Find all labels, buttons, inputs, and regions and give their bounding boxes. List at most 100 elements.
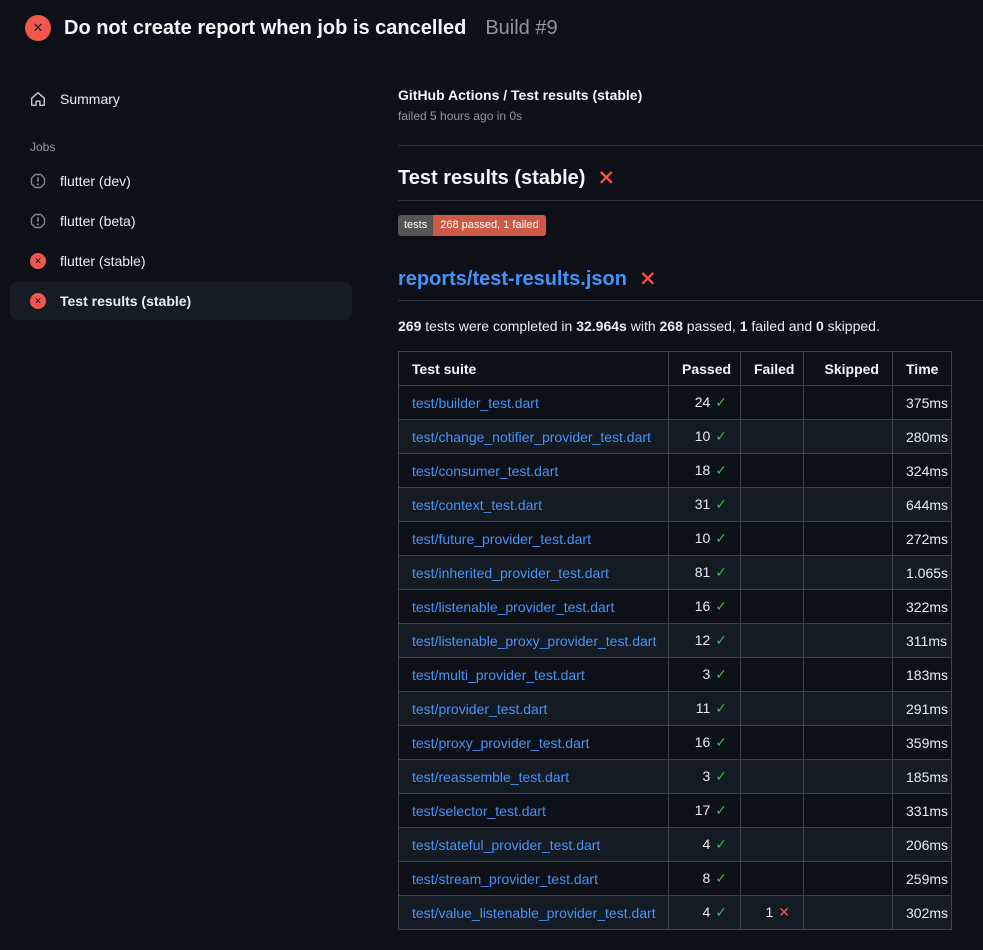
time-cell: 311ms [893,624,952,658]
time-cell-value: 185ms [906,769,948,785]
test-suite-link[interactable]: test/listenable_proxy_provider_test.dart [412,633,656,649]
sidebar-item-test-results-stable[interactable]: ✕ Test results (stable) [10,282,352,320]
failed-cell [741,386,804,420]
passed-cell-value: 10 [695,428,711,444]
time-cell-value: 375ms [906,395,948,411]
time-cell: 291ms [893,692,952,726]
passed-cell-value: 4 [702,836,710,852]
skipped-cell [804,522,893,556]
summary-segment: 32.964s [576,318,627,334]
passed-cell: 18✓ [669,454,741,488]
time-cell: 359ms [893,726,952,760]
summary-segment: 0 [816,318,824,334]
job-label: flutter (stable) [60,253,146,269]
skipped-cell [804,760,893,794]
failed-cell [741,590,804,624]
report-file-link[interactable]: reports/test-results.json [398,268,627,291]
failed-x-circle-icon: ✕ [25,15,51,41]
table-row: test/selector_test.dart 17✓ 331ms [399,794,952,828]
summary-segment: 268 [660,318,683,334]
test-suite-link[interactable]: test/reassemble_test.dart [412,769,569,785]
check-icon: ✓ [715,734,727,750]
table-row: test/reassemble_test.dart 3✓ 185ms [399,760,952,794]
passed-cell-value: 18 [695,462,711,478]
passed-cell: 4✓ [669,896,741,930]
table-row: test/listenable_provider_test.dart16✓322… [399,590,952,624]
test-suite-link[interactable]: test/stateful_provider_test.dart [412,837,600,853]
passed-cell-value: 10 [695,530,711,546]
table-row: test/listenable_proxy_provider_test.dart… [399,624,952,658]
skipped-cell [804,590,893,624]
time-cell-value: 206ms [906,837,948,853]
time-cell-value: 311ms [906,633,947,649]
test-suite-link[interactable]: test/value_listenable_provider_test.dart [412,905,656,921]
check-icon: ✓ [715,428,727,444]
test-suite-cell: test/value_listenable_provider_test.dart [399,896,669,930]
test-suite-link[interactable]: test/future_provider_test.dart [412,531,591,547]
failed-cell [741,828,804,862]
check-icon: ✓ [715,462,727,478]
test-suite-link[interactable]: test/proxy_provider_test.dart [412,735,589,751]
badge-label: tests [398,215,433,236]
failed-cell-value: 1 [765,904,773,920]
passed-cell: 10✓ [669,420,741,454]
passed-cell: 24✓ [669,386,741,420]
test-suite-link[interactable]: test/provider_test.dart [412,701,547,717]
summary-segment: passed, [683,318,740,334]
test-suite-cell: test/stream_provider_test.dart [399,862,669,896]
passed-cell-value: 16 [695,598,711,614]
test-suite-link[interactable]: test/consumer_test.dart [412,463,558,479]
passed-cell: 8✓ [669,862,741,896]
badge-value: 268 passed, 1 failed [433,215,545,236]
time-cell: 302ms [893,896,952,930]
skipped-cell [804,658,893,692]
test-suite-link[interactable]: test/selector_test.dart [412,803,546,819]
passed-cell: 11✓ [669,692,741,726]
divider [398,300,983,301]
time-cell-value: 259ms [906,871,948,887]
home-icon [30,91,46,107]
time-cell: 375ms [893,386,952,420]
time-cell-value: 1.065s [906,565,948,581]
failed-x-icon: ✕ [597,168,615,189]
failed-cell [741,692,804,726]
failed-cell [741,624,804,658]
test-suite-link[interactable]: test/multi_provider_test.dart [412,667,585,683]
passed-cell: 17✓ [669,794,741,828]
skipped-cell [804,488,893,522]
summary-segment: with [627,318,660,334]
sidebar-item-flutter-dev[interactable]: flutter (dev) [10,162,352,200]
passed-cell: 3✓ [669,760,741,794]
test-suite-cell: test/proxy_provider_test.dart [399,726,669,760]
test-suite-link[interactable]: test/stream_provider_test.dart [412,871,598,887]
report-heading: reports/test-results.json ✕ [398,268,983,291]
skipped-cell [804,386,893,420]
summary-line: 269 tests were completed in 32.964s with… [398,318,983,334]
summary-segment: 1 [740,318,748,334]
time-cell-value: 280ms [906,429,948,445]
test-suite-link[interactable]: test/builder_test.dart [412,395,539,411]
time-cell: 331ms [893,794,952,828]
test-suite-cell: test/change_notifier_provider_test.dart [399,420,669,454]
table-row: test/provider_test.dart 11✓ 291ms [399,692,952,726]
test-suite-link[interactable]: test/context_test.dart [412,497,542,513]
skipped-cell [804,794,893,828]
sidebar-item-flutter-beta[interactable]: flutter (beta) [10,202,352,240]
test-suite-link[interactable]: test/listenable_provider_test.dart [412,599,614,615]
table-row: test/multi_provider_test.dart3✓183ms [399,658,952,692]
sidebar-item-flutter-stable[interactable]: ✕ flutter (stable) [10,242,352,280]
sidebar-item-summary[interactable]: Summary [10,80,352,118]
time-cell: 185ms [893,760,952,794]
passed-cell: 10✓ [669,522,741,556]
passed-cell: 16✓ [669,590,741,624]
x-icon: ✕ [778,904,790,920]
time-cell: 259ms [893,862,952,896]
failed-cell [741,454,804,488]
time-cell: 324ms [893,454,952,488]
test-suite-link[interactable]: test/change_notifier_provider_test.dart [412,429,651,445]
passed-cell-value: 8 [702,870,710,886]
test-suite-link[interactable]: test/inherited_provider_test.dart [412,565,609,581]
test-suite-cell: test/builder_test.dart [399,386,669,420]
failed-cell [741,658,804,692]
summary-segment: tests were completed in [421,318,576,334]
